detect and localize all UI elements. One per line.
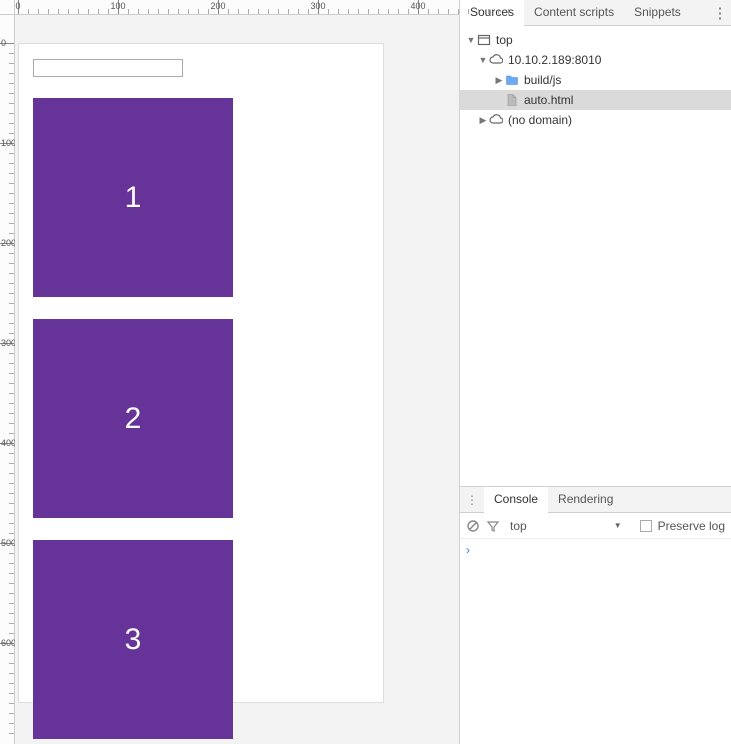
- ruler-tick-label: 600: [1, 638, 16, 648]
- tree-label: (no domain): [508, 113, 572, 127]
- context-label: top: [510, 519, 527, 533]
- dropdown-icon[interactable]: ▼: [614, 521, 622, 530]
- file-tree[interactable]: ▼ top ▼ 10.10.2.189:8010 ▶ build/js: [460, 26, 731, 486]
- purple-box-3[interactable]: 3: [33, 540, 233, 739]
- tree-label: auto.html: [524, 93, 573, 107]
- ruler-tick-label: 400: [1, 438, 16, 448]
- file-icon: [504, 92, 520, 108]
- ruler-tick-label: 0: [1, 38, 6, 48]
- page-content: 1 2 3: [18, 43, 384, 703]
- design-viewport: 0 100 200 300 400 0 100 200 300 400 500 600 1 2 3: [0, 0, 459, 744]
- ruler-tick-label: 100: [1, 138, 16, 148]
- ruler-tick-label: 100: [110, 1, 125, 11]
- ruler-tick-label: 0: [15, 1, 20, 11]
- canvas-area[interactable]: 1 2 3: [15, 15, 459, 744]
- ruler-tick-label: 200: [210, 1, 225, 11]
- horizontal-ruler[interactable]: 0 100 200 300 400: [15, 0, 459, 15]
- tab-content-scripts[interactable]: Content scripts: [524, 0, 624, 25]
- text-input[interactable]: [33, 59, 183, 77]
- tree-label: 10.10.2.189:8010: [508, 53, 601, 67]
- console-tab-bar: ⋮ Console Rendering: [460, 487, 731, 513]
- console-drawer: ⋮ Console Rendering top ▼ Preserve log ›: [460, 486, 731, 744]
- console-input[interactable]: ›: [460, 539, 731, 744]
- tab-snippets[interactable]: Snippets: [624, 0, 691, 25]
- box-label: 1: [125, 181, 142, 215]
- cloud-icon: [488, 52, 504, 68]
- ruler-tick-label: 300: [1, 338, 16, 348]
- tree-node-top[interactable]: ▼ top: [460, 30, 731, 50]
- cloud-icon: [488, 112, 504, 128]
- more-options-icon[interactable]: ⋮: [709, 0, 731, 25]
- ruler-tick-label: 500: [1, 538, 16, 548]
- ruler-tick-label: 300: [310, 1, 325, 11]
- expand-icon[interactable]: ▶: [494, 75, 504, 86]
- box-label: 3: [125, 623, 142, 657]
- ruler-corner: [0, 0, 15, 15]
- ruler-tick-label: 400: [410, 1, 425, 11]
- sources-tab-bar: Sources Content scripts Snippets ⋮: [460, 0, 731, 26]
- console-toolbar: top ▼ Preserve log: [460, 513, 731, 539]
- vertical-ruler[interactable]: 0 100 200 300 400 500 600: [0, 15, 15, 744]
- preserve-log-checkbox[interactable]: [640, 520, 652, 532]
- frame-icon: [476, 32, 492, 48]
- collapse-icon[interactable]: ▼: [466, 35, 476, 45]
- tree-label: top: [496, 33, 513, 47]
- preserve-log-label: Preserve log: [658, 519, 725, 533]
- drawer-menu-icon[interactable]: ⋮: [460, 487, 484, 512]
- clear-console-icon[interactable]: [466, 519, 480, 533]
- ruler-tick-label: 200: [1, 238, 16, 248]
- box-label: 2: [125, 402, 142, 436]
- folder-icon: [504, 72, 520, 88]
- purple-box-2[interactable]: 2: [33, 319, 233, 518]
- purple-box-1[interactable]: 1: [33, 98, 233, 297]
- tree-node-file-selected[interactable]: auto.html: [460, 90, 731, 110]
- collapse-icon[interactable]: ▼: [478, 55, 488, 65]
- tab-rendering[interactable]: Rendering: [548, 487, 623, 512]
- tree-node-domain[interactable]: ▼ 10.10.2.189:8010: [460, 50, 731, 70]
- prompt-icon: ›: [466, 543, 470, 557]
- tab-sources[interactable]: Sources: [460, 0, 524, 26]
- devtools-panel: Sources Content scripts Snippets ⋮ ▼ top…: [459, 0, 731, 744]
- expand-icon[interactable]: ▶: [478, 115, 488, 126]
- tree-label: build/js: [524, 73, 561, 87]
- tab-console[interactable]: Console: [484, 487, 548, 513]
- context-selector[interactable]: top: [506, 519, 531, 533]
- filter-icon[interactable]: [486, 519, 500, 533]
- tree-node-folder[interactable]: ▶ build/js: [460, 70, 731, 90]
- tree-node-no-domain[interactable]: ▶ (no domain): [460, 110, 731, 130]
